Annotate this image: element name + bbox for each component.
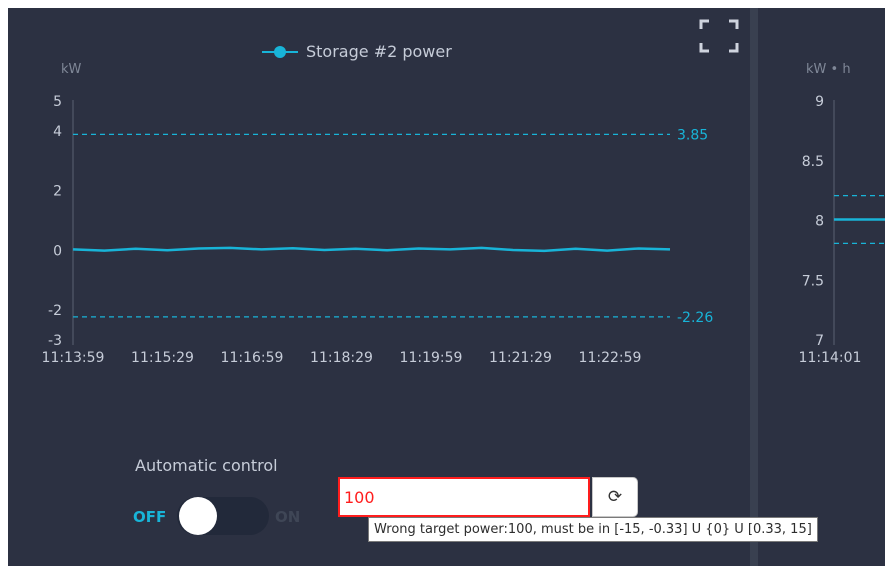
y-unit-label: kW <box>61 62 82 77</box>
x-tick-label: 11:19:59 <box>400 350 463 366</box>
x-tick-labels: 11:14:01 <box>799 350 862 366</box>
validation-tooltip: Wrong target power:100, must be in [-15,… <box>368 517 818 542</box>
y-tick-label: 5 <box>53 94 62 110</box>
y-tick-label: 8 <box>815 214 824 230</box>
upper-limit-label: 3.85 <box>677 127 708 143</box>
y-tick-label: 4 <box>53 124 62 140</box>
legend-label: Storage #2 power <box>306 42 452 61</box>
y-tick-label: 7 <box>815 333 824 349</box>
x-tick-labels: 11:13:59 11:15:29 11:16:59 11:18:29 11:19:59… <box>42 350 642 366</box>
x-tick-label: 11:21:29 <box>489 350 552 366</box>
y-tick-label: 7.5 <box>802 273 824 289</box>
legend-marker <box>274 46 286 58</box>
y-tick-label: 2 <box>53 184 62 200</box>
y-tick-label: -2 <box>48 303 62 319</box>
y-tick-label: 8.5 <box>802 154 824 170</box>
refresh-icon: ⟳ <box>607 487 623 507</box>
x-tick-label: 11:13:59 <box>42 350 105 366</box>
refresh-button[interactable]: ⟳ <box>592 477 638 517</box>
y-tick-labels: 5 4 2 0 -2 -3 <box>48 94 62 349</box>
toggle-knob[interactable] <box>179 497 217 535</box>
x-tick-label: 11:18:29 <box>310 350 373 366</box>
target-power-input[interactable] <box>338 477 590 517</box>
x-tick-label: 11:22:59 <box>579 350 642 366</box>
x-tick-label: 11:14:01 <box>799 350 862 366</box>
panel-divider <box>750 8 758 569</box>
y-tick-label: 9 <box>815 94 824 110</box>
y-tick-label: -3 <box>48 333 62 349</box>
toggle-off-label: OFF <box>133 508 167 526</box>
energy-chart: kW • h 9 8.5 8 7.5 7 11:14:01 <box>799 62 885 366</box>
lower-limit-label: -2.26 <box>677 310 713 326</box>
automatic-control-label: Automatic control <box>135 456 278 475</box>
storage-power-chart: Storage #2 power kW 5420-2-3 3.85 -2.26 … <box>42 19 739 366</box>
toggle-on-label: ON <box>275 508 301 526</box>
y-tick-label: 0 <box>53 243 62 259</box>
fullscreen-icon[interactable] <box>699 19 739 53</box>
storage-power-series-line <box>72 246 671 253</box>
chart-legend[interactable]: Storage #2 power <box>262 42 452 61</box>
x-tick-label: 11:16:59 <box>221 350 284 366</box>
x-tick-label: 11:15:29 <box>131 350 194 366</box>
y-tick-labels: 9 8.5 8 7.5 7 <box>802 94 824 349</box>
y-unit-label: kW • h <box>806 62 851 77</box>
